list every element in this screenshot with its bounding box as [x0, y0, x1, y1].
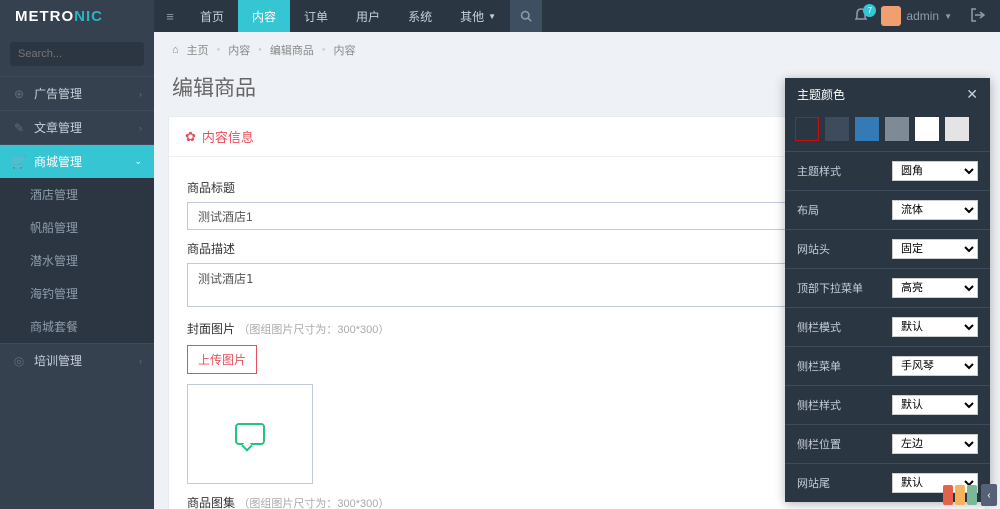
- theme-option-row: 侧栏位置 左边: [785, 425, 990, 464]
- topnav-tab-5[interactable]: 其他▼: [446, 0, 510, 32]
- theme-colors: [785, 111, 990, 152]
- sidebar-menu: ⊕ 广告管理 › ✎ 文章管理 › 🛒 商城管理 ⌄ 酒店管理帆船管理潜水管理海钓管理商城套餐 ◎ 培…: [0, 76, 154, 377]
- sidebar-item-label: 商城管理: [34, 153, 82, 170]
- sidebar-item-icon: ◎: [12, 354, 26, 368]
- avatar: [881, 6, 901, 26]
- top-right: 7 admin ▼: [853, 0, 1000, 32]
- theme-option-label: 布局: [797, 202, 819, 218]
- top-nav: 首页内容订单用户系统其他▼: [186, 0, 510, 32]
- chevron-down-icon: ▼: [488, 12, 496, 21]
- topnav-tab-4[interactable]: 系统: [394, 0, 446, 32]
- close-icon[interactable]: ✕: [966, 86, 978, 103]
- notifications-icon[interactable]: 7: [853, 7, 869, 26]
- sidebar-subitem-2-1[interactable]: 帆船管理: [0, 211, 154, 244]
- sidebar-item-icon: 🛒: [12, 155, 26, 169]
- sidebar-item-label: 培训管理: [34, 352, 82, 369]
- sidebar-item-2[interactable]: 🛒 商城管理 ⌄: [0, 144, 154, 178]
- sidebar-toggle-icon[interactable]: ≡: [154, 0, 186, 32]
- theme-panel: 主题颜色 ✕ 主题样式圆角布局流体网站头固定顶部下拉菜单高亮侧栏模式默认侧栏菜单…: [785, 78, 990, 502]
- sidebar-item-1[interactable]: ✎ 文章管理 ›: [0, 110, 154, 144]
- theme-option-row: 侧栏菜单 手风琴: [785, 347, 990, 386]
- sidebar: ⊕ 广告管理 › ✎ 文章管理 › 🛒 商城管理 ⌄ 酒店管理帆船管理潜水管理海钓管理商城套餐 ◎ 培…: [0, 32, 154, 509]
- username: admin: [906, 9, 939, 23]
- logo-text-accent: NIC: [74, 8, 103, 25]
- sidebar-subitem-2-2[interactable]: 潜水管理: [0, 244, 154, 277]
- cover-image-preview[interactable]: [187, 384, 313, 484]
- sidebar-item-label: 文章管理: [34, 119, 82, 136]
- chevron-left-icon[interactable]: ‹: [981, 484, 997, 506]
- theme-option-select-3[interactable]: 高亮: [892, 278, 978, 298]
- sidebar-item-3[interactable]: ◎ 培训管理 ›: [0, 343, 154, 377]
- color-swatch-2[interactable]: [855, 117, 879, 141]
- theme-option-label: 侧栏样式: [797, 397, 841, 413]
- theme-option-row: 主题样式 圆角: [785, 152, 990, 191]
- sidebar-search[interactable]: [10, 42, 144, 66]
- sidebar-item-0[interactable]: ⊕ 广告管理 ›: [0, 76, 154, 110]
- sidebar-item-icon: ✎: [12, 121, 26, 135]
- sidebar-subitem-2-0[interactable]: 酒店管理: [0, 178, 154, 211]
- sidebar-item-icon: ⊕: [12, 87, 26, 101]
- theme-option-label: 主题样式: [797, 163, 841, 179]
- theme-option-select-7[interactable]: 左边: [892, 434, 978, 454]
- framework-badge[interactable]: ‹: [943, 484, 997, 506]
- theme-option-label: 网站头: [797, 241, 830, 257]
- theme-option-select-6[interactable]: 默认: [892, 395, 978, 415]
- chevron-icon: ⌄: [134, 156, 142, 167]
- sidebar-search-input[interactable]: [18, 48, 160, 60]
- logo-text-main: METRO: [15, 8, 74, 25]
- theme-option-label: 顶部下拉菜单: [797, 280, 863, 296]
- theme-option-select-1[interactable]: 流体: [892, 200, 978, 220]
- topbar: METRONIC ≡ 首页内容订单用户系统其他▼ 7 admin ▼: [0, 0, 1000, 32]
- search-icon[interactable]: [510, 0, 542, 32]
- breadcrumb: ⌂ 主页 ● 内容 ● 编辑商品 ● 内容: [154, 32, 1000, 68]
- user-menu[interactable]: admin ▼: [881, 6, 952, 26]
- color-swatch-1[interactable]: [825, 117, 849, 141]
- theme-option-row: 侧栏样式 默认: [785, 386, 990, 425]
- topnav-tab-0[interactable]: 首页: [186, 0, 238, 32]
- gear-icon: ✿: [185, 129, 196, 145]
- image-placeholder-icon: [235, 423, 265, 445]
- crumb[interactable]: 内容: [228, 42, 250, 58]
- home-icon[interactable]: ⌂: [172, 44, 179, 56]
- crumb[interactable]: 编辑商品: [270, 42, 314, 58]
- theme-option-label: 网站尾: [797, 475, 830, 491]
- chevron-icon: ›: [139, 123, 142, 133]
- sidebar-subitem-2-4[interactable]: 商城套餐: [0, 310, 154, 343]
- theme-option-row: 侧栏模式 默认: [785, 308, 990, 347]
- topnav-tab-1[interactable]: 内容: [238, 0, 290, 32]
- logout-icon[interactable]: [964, 7, 992, 26]
- theme-panel-title: 主题颜色: [797, 86, 845, 103]
- theme-option-label: 侧栏菜单: [797, 358, 841, 374]
- theme-option-select-4[interactable]: 默认: [892, 317, 978, 337]
- theme-option-select-2[interactable]: 固定: [892, 239, 978, 259]
- chevron-icon: ›: [139, 356, 142, 366]
- color-swatch-0[interactable]: [795, 117, 819, 141]
- topnav-tab-2[interactable]: 订单: [290, 0, 342, 32]
- sidebar-subitem-2-3[interactable]: 海钓管理: [0, 277, 154, 310]
- crumb[interactable]: 主页: [187, 42, 209, 58]
- color-swatch-4[interactable]: [915, 117, 939, 141]
- theme-option-label: 侧栏位置: [797, 436, 841, 452]
- color-swatch-5[interactable]: [945, 117, 969, 141]
- upload-cover-button[interactable]: 上传图片: [187, 345, 257, 374]
- theme-option-row: 布局 流体: [785, 191, 990, 230]
- topnav-tab-3[interactable]: 用户: [342, 0, 394, 32]
- notif-badge: 7: [863, 4, 876, 17]
- theme-option-label: 侧栏模式: [797, 319, 841, 335]
- sidebar-item-label: 广告管理: [34, 85, 82, 102]
- theme-option-row: 顶部下拉菜单 高亮: [785, 269, 990, 308]
- theme-option-row: 网站头 固定: [785, 230, 990, 269]
- chevron-down-icon: ▼: [944, 12, 952, 21]
- crumb[interactable]: 内容: [334, 42, 356, 58]
- chevron-icon: ›: [139, 89, 142, 99]
- card-title: 内容信息: [202, 127, 254, 146]
- color-swatch-3[interactable]: [885, 117, 909, 141]
- logo[interactable]: METRONIC: [0, 0, 154, 32]
- theme-option-select-0[interactable]: 圆角: [892, 161, 978, 181]
- theme-option-select-5[interactable]: 手风琴: [892, 356, 978, 376]
